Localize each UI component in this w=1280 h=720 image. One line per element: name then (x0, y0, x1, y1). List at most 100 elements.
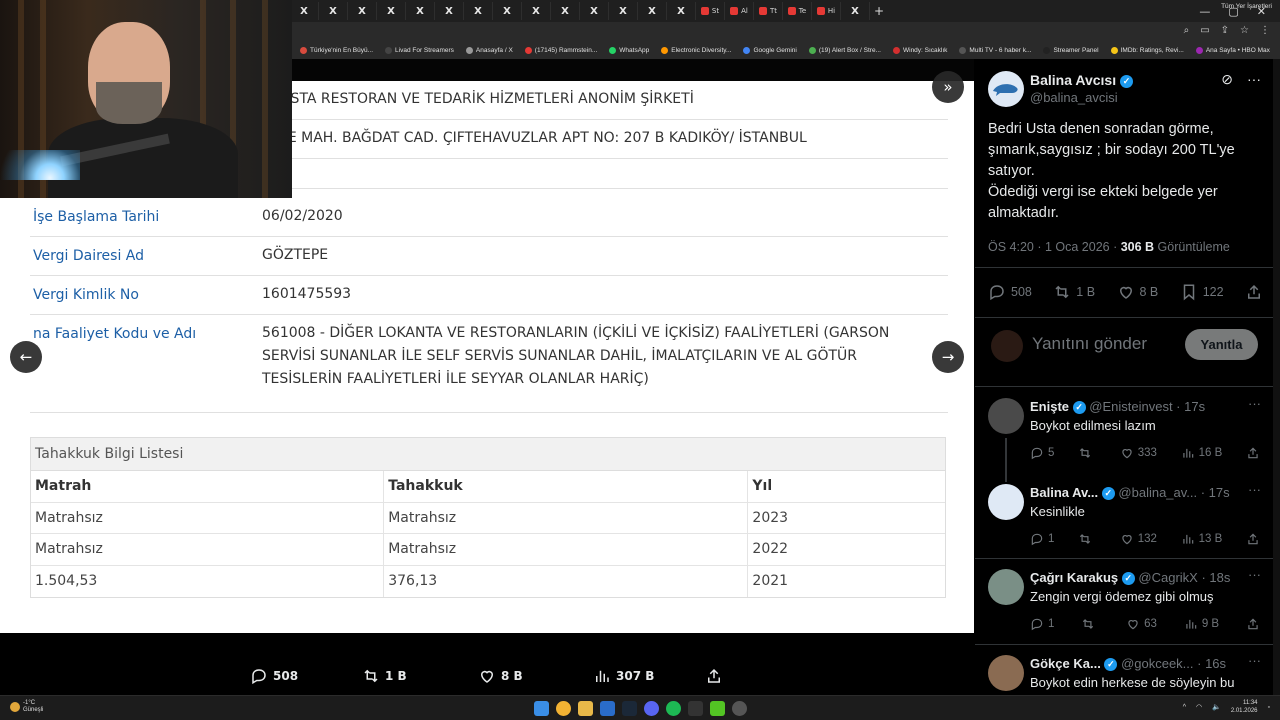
more-options-icon[interactable]: ··· (1248, 482, 1261, 497)
reply-item[interactable]: Çağrı Karakuş ✓ @CagrikX · 18s ··· Zengin … (975, 558, 1273, 645)
steam-icon[interactable] (622, 701, 637, 716)
share-button[interactable] (1246, 446, 1260, 460)
wifi-icon[interactable]: ◠ (1196, 703, 1202, 711)
chrome-icon[interactable] (556, 701, 571, 716)
store-icon[interactable] (600, 701, 615, 716)
share-button[interactable] (1246, 617, 1260, 631)
browser-tab[interactable]: X (406, 2, 435, 20)
cast-icon[interactable]: ▭ (1200, 25, 1209, 36)
bookmark-item[interactable]: Google Gemini (743, 47, 797, 54)
reply-button[interactable]: 508 (988, 283, 1032, 301)
reply-author-name[interactable]: Gökçe Ka... (1030, 656, 1101, 671)
more-options-icon[interactable]: ··· (1248, 653, 1261, 668)
grok-icon[interactable]: ⊘ (1221, 71, 1233, 88)
zoom-icon[interactable]: ⌕ (1184, 25, 1190, 36)
reply-avatar[interactable] (988, 655, 1024, 691)
bookmark-item[interactable]: Livad For Streamers (385, 47, 454, 54)
views-button[interactable]: 16 B (1181, 446, 1222, 460)
browser-tab[interactable]: X (609, 2, 638, 20)
new-tab-button[interactable]: + (870, 4, 888, 18)
viewer-share-button[interactable] (705, 667, 723, 685)
reply-author-handle[interactable]: @Enisteinvest · 17s (1089, 399, 1205, 414)
bookmark-item[interactable]: Multi TV - 6 haber k... (959, 47, 1031, 54)
post-author-handle[interactable]: @balina_avcisi (1030, 90, 1118, 105)
reply-author-handle[interactable]: @gokceek... · 16s (1121, 656, 1226, 671)
more-options-icon[interactable]: ··· (1248, 567, 1261, 582)
bookmark-item[interactable]: Türkiye'nin En Büyü... (300, 47, 373, 54)
reply-item[interactable]: Balina Av... ✓ @balina_av... · 17s ··· Kes… (975, 474, 1273, 560)
chevron-up-icon[interactable]: ^ (1183, 704, 1186, 711)
reply-button[interactable]: 1 (1030, 617, 1054, 631)
repost-button[interactable] (1081, 617, 1099, 631)
browser-tab[interactable]: X (841, 2, 870, 20)
browser-tab[interactable]: X (377, 2, 406, 20)
bookmark-item[interactable]: Streamer Panel (1043, 47, 1099, 54)
bookmark-item[interactable]: WhatsApp (609, 47, 649, 54)
reply-author-name[interactable]: Enişte (1030, 399, 1069, 414)
menu-icon[interactable]: ⋮ (1260, 25, 1270, 36)
reply-author-handle[interactable]: @balina_av... · 17s (1118, 485, 1229, 500)
volume-icon[interactable]: 🔈 (1212, 703, 1221, 711)
reply-submit-button[interactable]: Yanıtla (1185, 329, 1258, 360)
weather-widget[interactable]: -1°C Güneşli (10, 700, 43, 714)
minimize-icon[interactable]: — (1199, 5, 1210, 18)
viewer-reply-button[interactable]: 508 (250, 667, 298, 685)
post-author-name[interactable]: Balina Avcısı ✓ (1030, 72, 1134, 88)
reply-avatar[interactable] (988, 569, 1024, 605)
like-button[interactable]: 132 (1120, 532, 1157, 546)
browser-tab[interactable]: X (522, 2, 551, 20)
repost-button[interactable] (1078, 446, 1096, 460)
more-options-icon[interactable]: ··· (1248, 396, 1261, 411)
previous-image-button[interactable]: ← (10, 341, 42, 373)
browser-tab[interactable]: X (551, 2, 580, 20)
file-explorer-icon[interactable] (578, 701, 593, 716)
browser-tab[interactable]: X (638, 2, 667, 20)
notification-icon[interactable]: ▫ (1268, 704, 1270, 711)
viewer-repost-button[interactable]: 1 B (362, 667, 407, 685)
browser-tab[interactable]: X (435, 2, 464, 20)
browser-tab[interactable]: X (464, 2, 493, 20)
bookmark-item[interactable]: Anasayfa / X (465, 47, 513, 54)
browser-tab[interactable]: X (580, 2, 609, 20)
discord-icon[interactable] (644, 701, 659, 716)
obs-icon[interactable] (732, 701, 747, 716)
bookmark-item[interactable]: Ana Sayfa • HBO Max (1195, 47, 1270, 54)
reply-author-handle[interactable]: @CagrikX · 18s (1138, 570, 1230, 585)
bookmark-item[interactable]: Electronic Diversity... (661, 47, 731, 54)
bookmark-button[interactable]: 122 (1180, 283, 1224, 301)
expand-panel-button[interactable]: » (932, 71, 964, 103)
reply-avatar[interactable] (988, 398, 1024, 434)
post-author-avatar[interactable] (988, 71, 1024, 107)
like-button[interactable]: 333 (1120, 446, 1157, 460)
epic-games-icon[interactable] (688, 701, 703, 716)
browser-tab[interactable]: Hi (812, 2, 841, 20)
all-bookmarks[interactable]: Tüm Yer İşaretleri (1221, 3, 1272, 10)
reply-avatar[interactable] (988, 484, 1024, 520)
reply-author-name[interactable]: Çağrı Karakuş (1030, 570, 1118, 585)
clock[interactable]: 11:34 2.01.2026 (1231, 699, 1258, 715)
browser-tab[interactable]: Te (783, 2, 812, 20)
more-options-icon[interactable]: ··· (1247, 71, 1261, 88)
bookmark-item[interactable]: (19) Alert Box / Stre... (808, 47, 881, 54)
views-button[interactable]: 9 B (1184, 617, 1219, 631)
share-icon[interactable]: ⇪ (1221, 25, 1229, 36)
bookmark-item[interactable]: Windy: Sıcaklık (892, 47, 947, 54)
spotify-icon[interactable] (666, 701, 681, 716)
next-image-button[interactable]: → (932, 341, 964, 373)
reply-author-name[interactable]: Balina Av... (1030, 485, 1098, 500)
browser-tab[interactable]: Al (725, 2, 754, 20)
start-icon[interactable] (534, 701, 549, 716)
kick-icon[interactable] (710, 701, 725, 716)
browser-tab[interactable]: X (493, 2, 522, 20)
reply-item[interactable]: Gökçe Ka... ✓ @gokceek... · 16s ··· Boykot… (975, 644, 1273, 695)
reply-button[interactable]: 1 (1030, 532, 1054, 546)
viewer-views-button[interactable]: 307 B (593, 667, 654, 685)
repost-button[interactable] (1078, 532, 1096, 546)
browser-tab[interactable]: X (319, 2, 348, 20)
post-timestamp[interactable]: ÖS 4:20 · 1 Oca 2026 · (988, 240, 1121, 254)
browser-tab[interactable]: Tt (754, 2, 783, 20)
browser-tab[interactable]: X (667, 2, 696, 20)
browser-tab[interactable]: St (696, 2, 725, 20)
scrollbar[interactable] (1273, 59, 1280, 695)
browser-tab[interactable]: X (348, 2, 377, 20)
